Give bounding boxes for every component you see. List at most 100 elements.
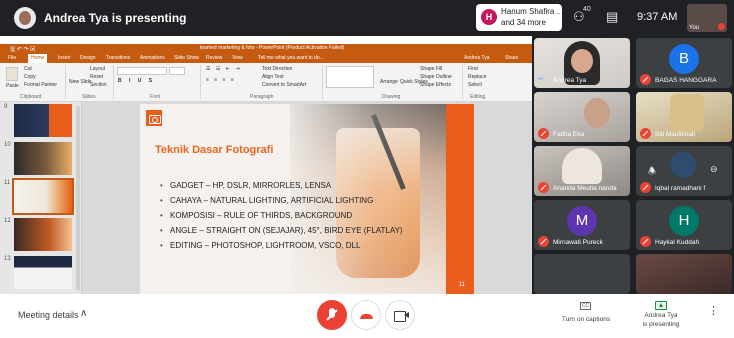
- slide-thumbnail-selected[interactable]: [12, 178, 74, 215]
- captions-icon[interactable]: CC: [580, 302, 591, 310]
- tab-review[interactable]: Review: [206, 55, 222, 61]
- tab-home[interactable]: Home: [28, 54, 48, 63]
- camera-toggle-button[interactable]: [385, 300, 415, 330]
- chevron-up-icon[interactable]: ∧: [80, 308, 87, 319]
- participant-tile[interactable]: Siti Maulikhah: [636, 92, 732, 142]
- tab-transitions[interactable]: Transitions: [106, 55, 130, 61]
- participant-tile[interactable]: Fatiha Eka: [534, 92, 630, 142]
- shape-fill-button[interactable]: Shape Fill: [420, 66, 442, 72]
- share-button[interactable]: Share: [505, 55, 518, 61]
- tab-view[interactable]: View: [232, 55, 243, 61]
- cut-button[interactable]: Cut: [24, 66, 32, 72]
- remove-icon[interactable]: ⊖: [710, 164, 718, 175]
- shape-effects-button[interactable]: Shape Effects: [420, 82, 451, 88]
- presenting-status[interactable]: Andrea Tya is presenting: [630, 312, 692, 329]
- leave-call-button[interactable]: [351, 300, 381, 330]
- convert-smartart-button[interactable]: Convert to SmartArt: [262, 82, 306, 88]
- participant-avatar: H: [669, 206, 699, 236]
- align-icons[interactable]: ≡ ≡ ≡ ≡: [206, 77, 236, 83]
- participant-name: Mirnawati Pureck: [553, 239, 603, 246]
- participant-avatar: M: [567, 206, 597, 236]
- slide-thumbnail[interactable]: [14, 218, 72, 251]
- slide-canvas: Teknik Dasar Fotografi GADGET – HP, DSLR…: [82, 102, 532, 294]
- font-format-icons[interactable]: B I U S: [118, 78, 155, 84]
- paste-icon[interactable]: [6, 67, 18, 81]
- mic-toggle-button[interactable]: [317, 300, 347, 330]
- tab-design[interactable]: Design: [80, 55, 96, 61]
- present-icon[interactable]: [655, 301, 667, 310]
- self-view[interactable]: You: [687, 4, 727, 32]
- participant-tile-partial[interactable]: [636, 254, 732, 294]
- mic-off-icon: [640, 182, 651, 193]
- participant-avatar: [670, 152, 696, 178]
- self-mic-off-icon: [718, 23, 725, 30]
- slide-number: 11: [4, 180, 11, 186]
- signed-in-user[interactable]: Andrea Tya: [464, 55, 489, 61]
- slide-thumbnail[interactable]: [14, 256, 72, 289]
- presenting-text: is presenting: [642, 320, 680, 328]
- shapes-gallery[interactable]: [326, 66, 374, 88]
- tab-file[interactable]: File: [8, 55, 16, 61]
- thumbnail-image: [14, 180, 72, 213]
- thumbnail-scrollbar[interactable]: [76, 106, 80, 290]
- participant-tile[interactable]: 🕭 ⊖ Iqbal ramadhani f: [636, 146, 732, 196]
- participant-name: Fatiha Eka: [553, 131, 585, 138]
- slide-number: 9: [4, 104, 8, 110]
- tab-insert[interactable]: Insert: [58, 55, 71, 61]
- layout-button[interactable]: Layout: [90, 66, 105, 72]
- participant-tile[interactable]: B BAGAS HANGGARA: [636, 38, 732, 88]
- participant-face: [571, 49, 593, 73]
- join-notification[interactable]: H Hanum Shafira ... and 34 more: [476, 4, 562, 31]
- arrange-button[interactable]: Arrange: [380, 79, 398, 85]
- slide-bullets: GADGET – HP, DSLR, MIRRORLES, LENSA CAHA…: [160, 178, 403, 253]
- list-icons[interactable]: ☰ ☱ ⇤ ⇥: [206, 66, 242, 72]
- participant-tile[interactable]: ••• Andrea Tya: [534, 38, 630, 88]
- participant-tile[interactable]: M Mirnawati Pureck: [534, 200, 630, 250]
- slide-thumbnail[interactable]: [14, 142, 72, 175]
- copy-button[interactable]: Copy: [24, 74, 36, 80]
- text-direction-button[interactable]: Text Direction: [262, 66, 292, 72]
- shape-outline-button[interactable]: Shape Outline: [420, 74, 452, 80]
- tab-animations[interactable]: Animations: [140, 55, 165, 61]
- thumbnail-image: [14, 256, 72, 289]
- format-painter-button[interactable]: Format Painter: [24, 82, 57, 88]
- clock: 9:37 AM: [637, 11, 678, 23]
- slide-number: 12: [4, 218, 11, 224]
- ribbon-separator: [462, 65, 463, 99]
- slide-number: 13: [4, 256, 11, 262]
- font-size-select[interactable]: [169, 67, 185, 75]
- presenting-name: Andrea Tya: [644, 312, 678, 319]
- participant-tile-partial[interactable]: [534, 254, 630, 294]
- slide-thumbnail[interactable]: [14, 104, 72, 137]
- participant-name: Andrea Tya: [553, 77, 587, 84]
- mic-off-icon: [538, 182, 549, 193]
- paste-button[interactable]: Paste: [6, 83, 19, 89]
- editing-group-label: Editing: [470, 94, 486, 100]
- reset-button[interactable]: Reset: [90, 74, 103, 80]
- chat-icon[interactable]: ▤: [606, 9, 618, 25]
- replace-button[interactable]: Replace: [468, 74, 486, 80]
- align-text-button[interactable]: Align Text: [262, 74, 284, 80]
- pin-icon[interactable]: 🕭: [648, 164, 656, 180]
- participant-tile[interactable]: H Haykal Kuddah: [636, 200, 732, 250]
- bullet-item: KOMPOSISI – RULE OF THIRDS, BACKGROUND: [160, 208, 403, 223]
- participant-video: [562, 148, 602, 184]
- more-options-icon[interactable]: ⋮: [708, 306, 719, 317]
- self-label: You: [689, 25, 700, 31]
- participant-video: [584, 98, 610, 128]
- new-slide-button[interactable]: New Slide: [69, 79, 92, 85]
- captions-button[interactable]: Turn on captions: [558, 316, 614, 323]
- meeting-details-button[interactable]: Meeting details: [18, 310, 79, 320]
- join-avatar: H: [481, 9, 497, 25]
- tab-slide-show[interactable]: Slide Show: [174, 55, 199, 61]
- font-name-select[interactable]: [117, 67, 167, 75]
- section-button[interactable]: Section: [90, 82, 107, 88]
- presenter-title: Andrea Tya is presenting: [44, 11, 187, 25]
- select-button[interactable]: Select: [468, 82, 482, 88]
- tell-me-search[interactable]: Tell me what you want to do...: [258, 55, 324, 61]
- bullet-item: EDITING – PHOTOSHOP, LIGHTROOM, VSCO, DL…: [160, 238, 403, 253]
- current-slide[interactable]: Teknik Dasar Fotografi GADGET – HP, DSLR…: [140, 104, 474, 294]
- participant-tile[interactable]: Ananda Meutia nanda: [534, 146, 630, 196]
- find-button[interactable]: Find: [468, 66, 478, 72]
- bullet-item: ANGLE – STRAIGHT ON (SEJAJAR), 45°, BIRD…: [160, 223, 403, 238]
